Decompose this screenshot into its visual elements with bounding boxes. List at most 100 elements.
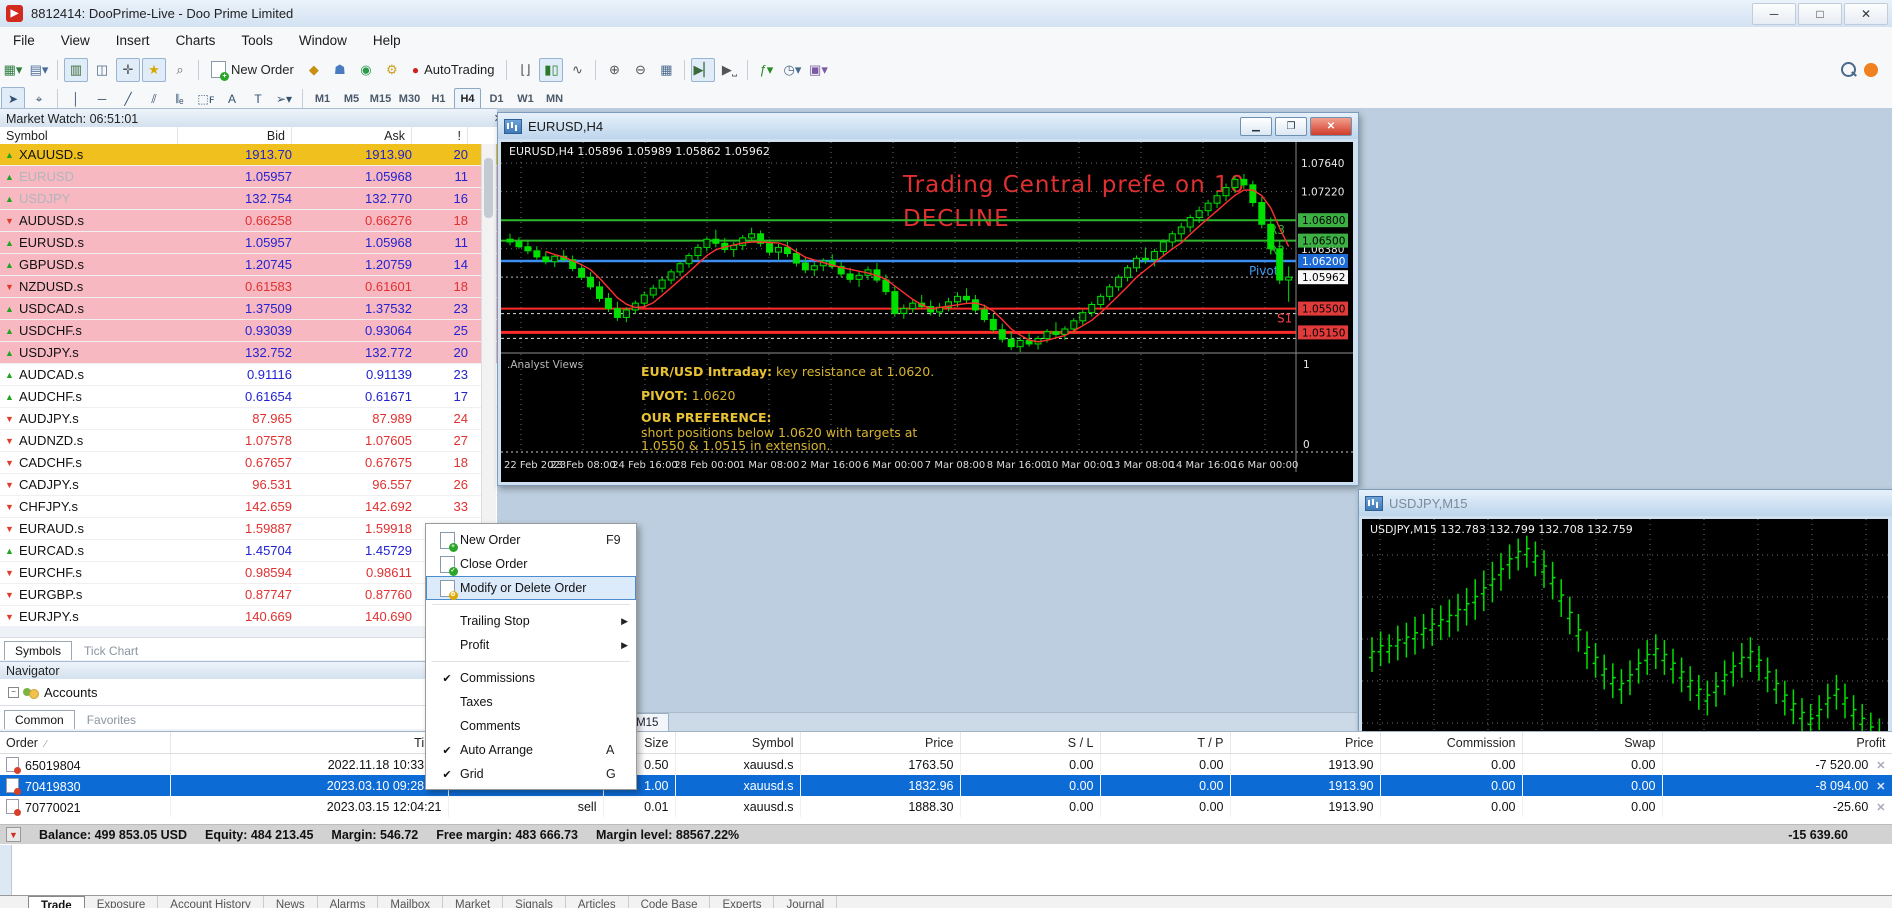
search-icon[interactable] — [1841, 62, 1856, 77]
menu-item-new-order[interactable]: +New OrderF9 — [426, 528, 636, 552]
tab-favorites[interactable]: Favorites — [77, 711, 146, 729]
menu-item-grid[interactable]: ✔GridG — [426, 762, 636, 786]
mw-col-![interactable]: ! — [412, 127, 468, 144]
terminal-col-symbol[interactable]: Symbol — [675, 732, 800, 754]
auto-scroll-button[interactable]: ▶▏ — [691, 58, 715, 82]
periods-button[interactable]: ◷▾ — [780, 58, 804, 82]
market-watch-row[interactable]: ▼EURAUD.s1.598871.5991831 — [0, 518, 497, 540]
candlestick-chart-button[interactable]: ▮▯ — [539, 58, 563, 82]
bottom-tab-articles[interactable]: Articles — [566, 896, 629, 908]
line-chart-button[interactable]: ∿ — [565, 58, 589, 82]
menu-item-comments[interactable]: Comments — [426, 714, 636, 738]
timeframe-h4[interactable]: H4 — [454, 88, 481, 110]
market-watch-row[interactable]: ▲AUDCHF.s0.616540.6167117 — [0, 386, 497, 408]
maximize-button[interactable]: □ — [1798, 3, 1842, 25]
menu-tools[interactable]: Tools — [228, 27, 286, 53]
market-watch-row[interactable]: ▲USDJPY.s132.752132.77220 — [0, 342, 497, 364]
close-order-icon[interactable]: ✕ — [1876, 760, 1885, 772]
chart-restore-button[interactable]: ❐ — [1275, 117, 1307, 136]
market-watch-row[interactable]: ▲XAUUSD.s1913.701913.9020 — [0, 144, 497, 166]
bottom-tab-mailbox[interactable]: Mailbox — [378, 896, 443, 908]
menu-window[interactable]: Window — [286, 27, 360, 53]
menu-item-modify-or-delete-order[interactable]: ⚙Modify or Delete Order — [426, 576, 636, 600]
market-watch-row[interactable]: ▲USDCAD.s1.375091.3753223 — [0, 298, 497, 320]
order-row-70419830[interactable]: 704198302023.03.10 09:28:15sell1.00xauus… — [0, 775, 1892, 796]
order-row-65019804[interactable]: 650198042022.11.18 10:33:16sell0.50xauus… — [0, 754, 1892, 776]
bottom-tab-code-base[interactable]: Code Base — [629, 896, 711, 908]
terminal-col-order[interactable]: Order ∕ — [0, 732, 170, 754]
timeframe-h1[interactable]: H1 — [425, 88, 452, 110]
close-order-icon[interactable]: ✕ — [1876, 781, 1885, 793]
bottom-tab-market[interactable]: Market — [443, 896, 503, 908]
terminal-col-price[interactable]: Price — [1230, 732, 1380, 754]
timeframe-mn[interactable]: MN — [541, 88, 568, 110]
market-watch-row[interactable]: ▲USDJPY132.754132.77016 — [0, 188, 497, 210]
zoom-in-button[interactable]: ⊕ — [602, 58, 626, 82]
zoom-out-button[interactable]: ⊖ — [628, 58, 652, 82]
bottom-tab-news[interactable]: News — [264, 896, 318, 908]
bottom-tab-trade[interactable]: Trade — [28, 896, 85, 908]
menu-charts[interactable]: Charts — [163, 27, 229, 53]
market-watch-row[interactable]: ▼EURJPY.s140.669140.690 — [0, 606, 497, 626]
menu-item-auto-arrange[interactable]: ✔Auto ArrangeA — [426, 738, 636, 762]
news-button[interactable]: ◉ — [354, 58, 378, 82]
market-watch-row[interactable]: ▲EURCAD.s1.457041.45729 — [0, 540, 497, 562]
order-row-70770021[interactable]: 707700212023.03.15 12:04:21sell0.01xauus… — [0, 796, 1892, 817]
terminal-col-tp[interactable]: T / P — [1100, 732, 1230, 754]
new-chart-button[interactable]: ▦▾ — [1, 58, 25, 82]
eurusd-chart-canvas[interactable]: Trading Central prefe on 10DECLINER3R2Pi… — [501, 142, 1353, 482]
usdjpy-chart-canvas[interactable]: USDJPY,M15 132.783 132.799 132.708 132.7… — [1362, 519, 1888, 731]
menu-insert[interactable]: Insert — [103, 27, 163, 53]
chart-window-usdjpy-titlebar[interactable]: USDJPY,M15 — [1359, 490, 1892, 516]
chart-window-usdjpy[interactable]: USDJPY,M15 USDJPY,M15 132.783 132.799 13… — [1358, 489, 1892, 733]
data-window-button[interactable]: ◫ — [90, 58, 114, 82]
terminal-col-profit[interactable]: Profit — [1662, 732, 1892, 754]
chart-close-button[interactable]: ✕ — [1310, 117, 1352, 136]
chart-window-eurusd-titlebar[interactable]: EURUSD,H4 ▁ ❐ ✕ — [498, 113, 1358, 139]
market-watch-row[interactable]: ▼CHFJPY.s142.659142.69233 — [0, 496, 497, 518]
mw-col-bid[interactable]: Bid — [178, 127, 292, 144]
market-watch-row[interactable]: ▼AUDJPY.s87.96587.98924 — [0, 408, 497, 430]
menu-help[interactable]: Help — [360, 27, 414, 53]
market-watch-row[interactable]: ▲GBPUSD.s1.207451.2075914 — [0, 254, 497, 276]
close-order-icon[interactable]: ✕ — [1876, 802, 1885, 814]
terminal-col-price[interactable]: Price — [800, 732, 960, 754]
menu-item-profit[interactable]: Profit▶ — [426, 633, 636, 657]
market-watch-row[interactable]: ▼CADCHF.s0.676570.6767518 — [0, 452, 497, 474]
market-button[interactable]: ◆ — [302, 58, 326, 82]
chart-shift-button[interactable]: ▶˽ — [717, 58, 741, 82]
market-watch-row[interactable]: ▼AUDNZD.s1.075781.0760527 — [0, 430, 497, 452]
indicators-button[interactable]: ƒ▾ — [754, 58, 778, 82]
market-watch-row[interactable]: ▼EURCHF.s0.985940.98611 — [0, 562, 497, 584]
market-watch-row[interactable]: ▼CADJPY.s96.53196.55726 — [0, 474, 497, 496]
autotrading-button[interactable]: ●AutoTrading — [405, 58, 502, 82]
tile-windows-button[interactable]: ▦ — [654, 58, 678, 82]
templates-button[interactable]: ▣▾ — [806, 58, 830, 82]
bottom-tab-signals[interactable]: Signals — [503, 896, 566, 908]
terminal-col-sl[interactable]: S / L — [960, 732, 1100, 754]
tab-common[interactable]: Common — [4, 710, 75, 729]
mw-col-ask[interactable]: Ask — [292, 127, 412, 144]
timeframe-m30[interactable]: M30 — [396, 88, 423, 110]
tab-tick-chart[interactable]: Tick Chart — [74, 642, 148, 660]
bar-chart-button[interactable]: ⌊⌋ — [513, 58, 537, 82]
tab-symbols[interactable]: Symbols — [4, 641, 72, 660]
navigator-toggle-button[interactable]: ✛ — [116, 58, 140, 82]
bottom-tab-account-history[interactable]: Account History — [158, 896, 264, 908]
bottom-tab-experts[interactable]: Experts — [710, 896, 774, 908]
timeframe-m15[interactable]: M15 — [367, 88, 394, 110]
bottom-tab-alarms[interactable]: Alarms — [318, 896, 379, 908]
market-watch-row[interactable]: ▲AUDCAD.s0.911160.9113923 — [0, 364, 497, 386]
search-symbols-button[interactable]: ⌕ — [168, 58, 192, 82]
market-watch-row[interactable]: ▲EURUSD1.059571.0596811 — [0, 166, 497, 188]
new-order-button[interactable]: +New Order — [204, 58, 301, 82]
timeframe-m5[interactable]: M5 — [338, 88, 365, 110]
menu-item-close-order[interactable]: ✓Close Order — [426, 552, 636, 576]
market-watch-row[interactable]: ▼NZDUSD.s0.615830.6160118 — [0, 276, 497, 298]
tree-collapse-icon[interactable]: − — [8, 687, 19, 698]
menu-item-commissions[interactable]: ✔Commissions — [426, 666, 636, 690]
terminal-col-swap[interactable]: Swap — [1522, 732, 1662, 754]
timeframe-d1[interactable]: D1 — [483, 88, 510, 110]
menu-file[interactable]: File — [0, 27, 48, 53]
signals-button[interactable]: ☗ — [328, 58, 352, 82]
